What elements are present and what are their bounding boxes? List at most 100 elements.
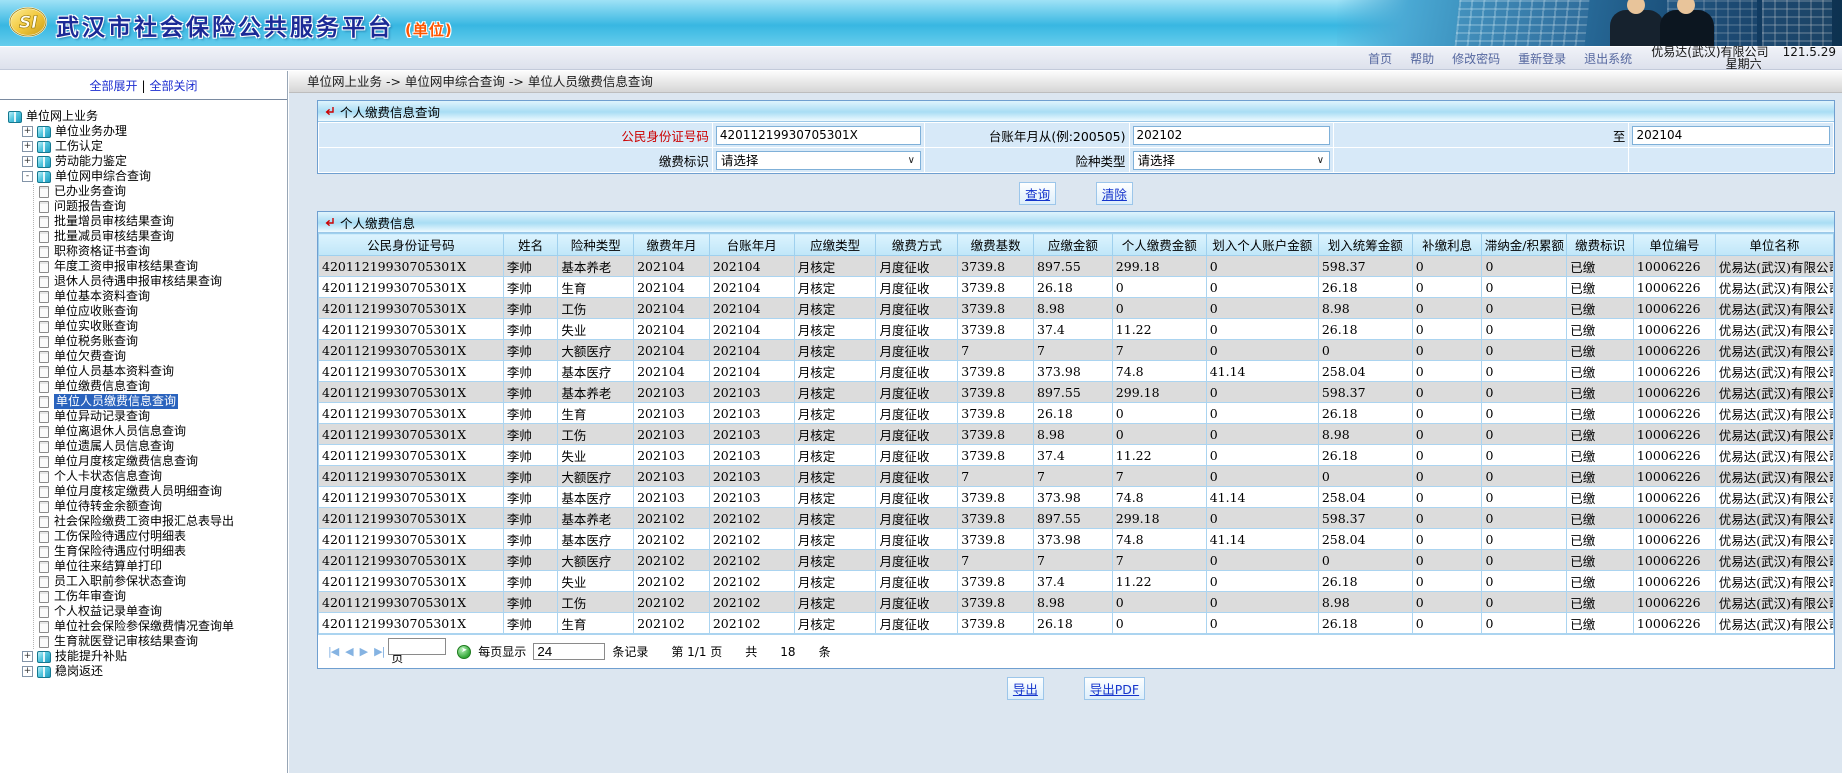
go-page-icon[interactable]	[457, 645, 471, 659]
table-cell: 202104	[634, 340, 710, 361]
tree-branch[interactable]: +劳动能力鉴定	[22, 154, 285, 169]
table-cell: 373.98	[1034, 529, 1113, 550]
sidebar-item[interactable]: 个人权益记录单查询	[39, 604, 285, 619]
table-cell: 202104	[634, 298, 710, 319]
sidebar-item[interactable]: 生育就医登记审核结果查询	[39, 634, 285, 649]
top-nav-link[interactable]: 重新登录	[1518, 52, 1566, 66]
sidebar-item[interactable]: 个人卡状态信息查询	[39, 469, 285, 484]
sidebar-item-label: 职称资格证书查询	[54, 244, 150, 259]
expand-node-icon[interactable]: +	[22, 126, 33, 137]
expand-node-icon[interactable]: +	[22, 156, 33, 167]
table-cell: 月核定	[794, 256, 876, 277]
sidebar-item[interactable]: 工伤年审查询	[39, 589, 285, 604]
table-cell: 10006226	[1633, 550, 1715, 571]
table-cell: 202102	[709, 592, 794, 613]
sidebar-item[interactable]: 退休人员待遇申报审核结果查询	[39, 274, 285, 289]
sidebar-item[interactable]: 单位实收账查询	[39, 319, 285, 334]
top-nav-link[interactable]: 帮助	[1410, 52, 1434, 66]
expand-node-icon[interactable]: +	[22, 651, 33, 662]
sidebar-item[interactable]: 单位遗属人员信息查询	[39, 439, 285, 454]
table-cell: 202103	[634, 445, 710, 466]
sidebar-item[interactable]: 已办业务查询	[39, 184, 285, 199]
collapse-all-link[interactable]: 全部关闭	[150, 79, 198, 93]
first-page-icon[interactable]: |◀	[328, 645, 338, 658]
sidebar-item[interactable]: 员工入职前参保状态查询	[39, 574, 285, 589]
sidebar-item[interactable]: 单位人员缴费信息查询	[39, 394, 285, 409]
tree-branch[interactable]: +稳岗返还	[22, 664, 285, 679]
sidebar-item[interactable]: 单位税务账查询	[39, 334, 285, 349]
expand-node-icon[interactable]: +	[22, 666, 33, 677]
table-cell: 工伤	[558, 298, 634, 319]
document-icon	[39, 351, 49, 363]
tree-branch[interactable]: -单位网申综合查询	[22, 169, 285, 184]
sidebar-item[interactable]: 职称资格证书查询	[39, 244, 285, 259]
table-cell: 0	[1206, 571, 1318, 592]
main-area: 单位网上业务 -> 单位网申综合查询 -> 单位人员缴费信息查询 个人缴费信息查…	[289, 71, 1842, 773]
column-header: 险种类型	[558, 234, 634, 256]
sidebar-item[interactable]: 批量增员审核结果查询	[39, 214, 285, 229]
query-button[interactable]: 查询	[1019, 182, 1056, 205]
period-from-input[interactable]	[1133, 126, 1331, 145]
sidebar-item[interactable]: 批量减员审核结果查询	[39, 229, 285, 244]
sidebar-item[interactable]: 单位月度核定缴费信息查询	[39, 454, 285, 469]
table-cell: 已缴	[1567, 529, 1634, 550]
table-cell: 26.18	[1318, 571, 1412, 592]
export-pdf-button[interactable]: 导出PDF	[1084, 677, 1145, 700]
document-icon	[39, 486, 49, 498]
sidebar-item[interactable]: 年度工资申报审核结果查询	[39, 259, 285, 274]
table-cell: 3739.8	[958, 529, 1034, 550]
results-section-title: 个人缴费信息	[340, 213, 415, 232]
tree-branch[interactable]: +技能提升补贴	[22, 649, 285, 664]
sidebar-item-label: 退休人员待遇申报审核结果查询	[54, 274, 222, 289]
top-nav-link[interactable]: 退出系统	[1584, 52, 1632, 66]
table-cell: 月核定	[794, 445, 876, 466]
period-to-input[interactable]	[1632, 126, 1830, 145]
sidebar-item[interactable]: 单位欠费查询	[39, 349, 285, 364]
sidebar-item[interactable]: 单位社会保险参保缴费情况查询单	[39, 619, 285, 634]
sidebar-item[interactable]: 单位应收账查询	[39, 304, 285, 319]
table-cell: 202104	[634, 361, 710, 382]
goto-page-input[interactable]	[388, 638, 446, 655]
top-nav-link[interactable]: 修改密码	[1452, 52, 1500, 66]
last-page-icon[interactable]: ▶|	[374, 645, 384, 658]
sidebar-item[interactable]: 单位月度核定缴费人员明细查询	[39, 484, 285, 499]
tree-branch[interactable]: +工伤认定	[22, 139, 285, 154]
table-cell: 已缴	[1567, 361, 1634, 382]
column-header: 台账年月	[709, 234, 794, 256]
sidebar-item[interactable]: 单位往来结算单打印	[39, 559, 285, 574]
tree-root[interactable]: 单位网上业务	[8, 109, 285, 124]
prev-page-icon[interactable]: ◀	[345, 645, 352, 658]
sidebar-item[interactable]: 单位离退休人员信息查询	[39, 424, 285, 439]
id-number-input[interactable]	[716, 126, 921, 145]
table-cell: 202103	[634, 382, 710, 403]
top-nav-link[interactable]: 首页	[1368, 52, 1392, 66]
expand-node-icon[interactable]: +	[22, 141, 33, 152]
collapse-node-icon[interactable]: -	[22, 171, 33, 182]
pay-flag-select[interactable]: 请选择∨	[716, 151, 921, 170]
folder-icon	[37, 141, 51, 153]
expand-all-link[interactable]: 全部展开	[89, 79, 137, 93]
export-button[interactable]: 导出	[1007, 677, 1044, 700]
sidebar-item-label: 单位基本资料查询	[54, 289, 150, 304]
table-cell: 已缴	[1567, 508, 1634, 529]
sidebar-item[interactable]: 单位人员基本资料查询	[39, 364, 285, 379]
clear-button[interactable]: 清除	[1096, 182, 1133, 205]
next-page-icon[interactable]: ▶	[360, 645, 367, 658]
sidebar-item[interactable]: 问题报告查询	[39, 199, 285, 214]
table-cell: 已缴	[1567, 277, 1634, 298]
sidebar-item[interactable]: 社会保险缴费工资申报汇总表导出	[39, 514, 285, 529]
table-cell: 0	[1206, 592, 1318, 613]
sidebar-item[interactable]: 单位基本资料查询	[39, 289, 285, 304]
table-cell: 10006226	[1633, 487, 1715, 508]
sidebar-item[interactable]: 单位异动记录查询	[39, 409, 285, 424]
document-icon	[39, 231, 49, 243]
insurance-type-select[interactable]: 请选择∨	[1133, 151, 1331, 170]
table-cell: 月度征收	[876, 592, 958, 613]
sidebar-item[interactable]: 工伤保险待遇应付明细表	[39, 529, 285, 544]
per-page-input[interactable]	[533, 643, 605, 660]
sidebar-item[interactable]: 单位待转金余额查询	[39, 499, 285, 514]
sidebar-item[interactable]: 单位缴费信息查询	[39, 379, 285, 394]
tree-branch[interactable]: +单位业务办理	[22, 124, 285, 139]
sidebar-item-label: 批量减员审核结果查询	[54, 229, 174, 244]
sidebar-item[interactable]: 生育保险待遇应付明细表	[39, 544, 285, 559]
